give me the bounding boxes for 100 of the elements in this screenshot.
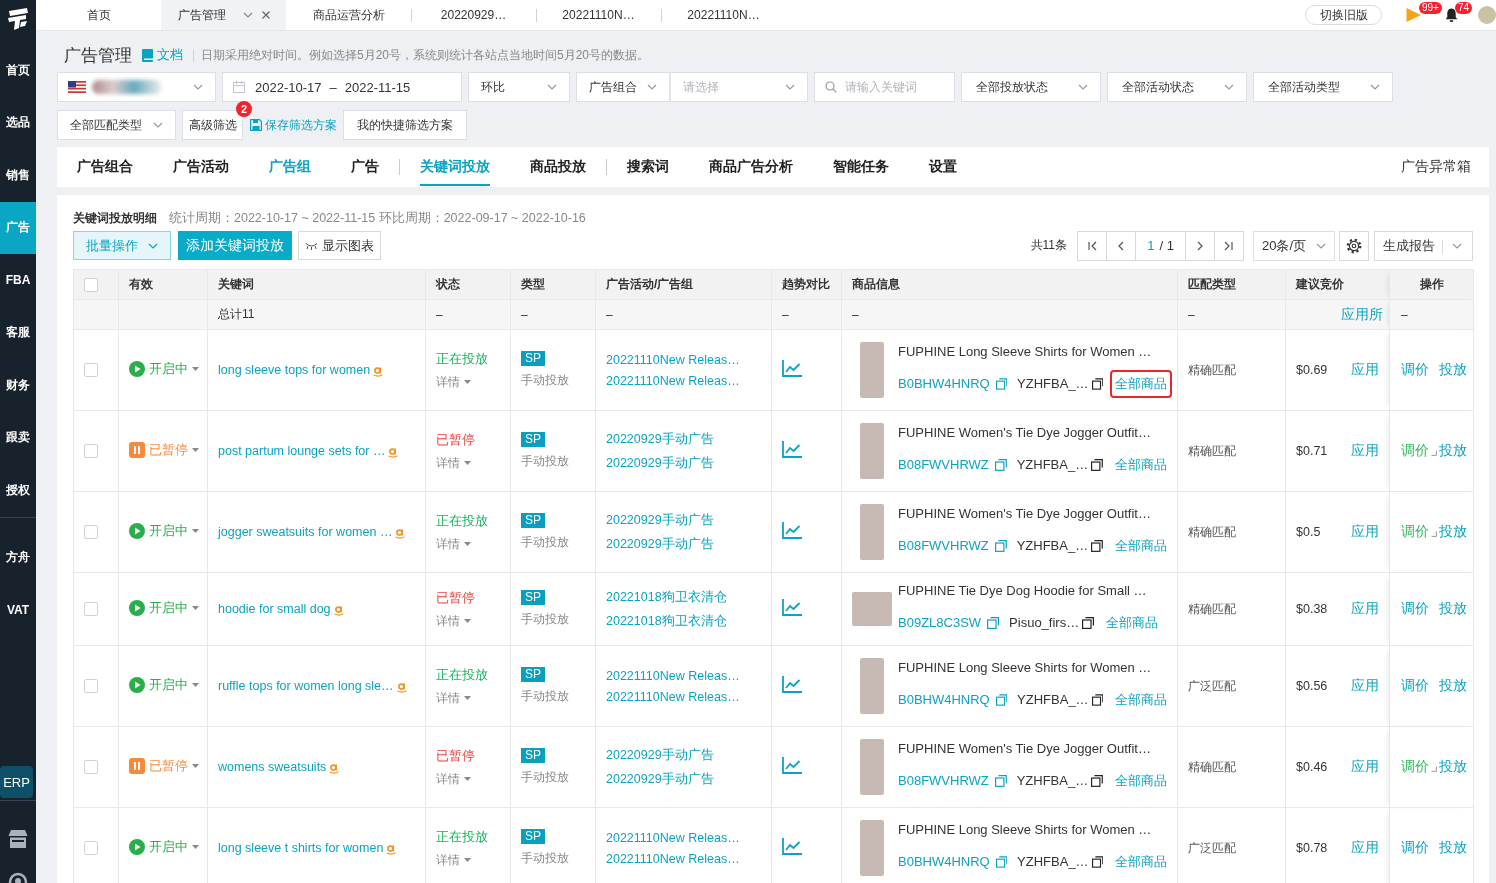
all-products-link[interactable]: 全部商品 [1110,767,1172,795]
campaign-link[interactable]: 20221018狗卫衣清仓 [606,588,727,606]
close-icon[interactable] [261,11,270,19]
tab[interactable]: 首页 [36,0,161,30]
doc-link[interactable]: 文档 [157,46,183,64]
copy-icon[interactable] [1091,694,1103,706]
checkbox[interactable] [84,363,98,377]
apply-link[interactable]: 应用 [1351,677,1379,695]
ad-group-link[interactable]: 20221110New Releas… [606,373,740,388]
ad-alert-link[interactable]: 广告异常箱 [1401,158,1471,176]
tab[interactable]: 20221110N… [661,0,786,30]
checkbox[interactable] [84,602,98,616]
sidebar-item[interactable]: 跟卖 [0,411,36,464]
copy-icon[interactable] [1091,856,1103,868]
filter-select[interactable]: 全部投放状态 [961,72,1101,102]
tab[interactable]: 智能任务 [813,147,909,187]
keyword-link[interactable]: post partum lounge sets for … [218,444,386,458]
adjust-price-link[interactable]: 调价 [1401,442,1429,460]
checkbox[interactable] [84,679,98,693]
sidebar-item[interactable]: 选品 [0,96,36,149]
match-type-select[interactable]: 全部匹配类型 [57,110,176,140]
apply-link[interactable]: 应用 [1351,600,1379,618]
bell-icon[interactable] [1444,7,1459,23]
sidebar-item[interactable]: 方舟 [0,531,36,584]
keyword-link[interactable]: ruffle tops for women long sle… [218,679,394,693]
status-dropdown[interactable]: 开启中 [129,360,199,378]
deploy-link[interactable]: 投放 [1439,523,1467,541]
save-icon[interactable] [250,119,262,131]
filter-select[interactable]: 全部活动类型 [1253,72,1393,102]
tab[interactable]: 20221110N… [536,0,661,30]
tab[interactable]: 搜索词 [607,147,689,187]
keyword-link[interactable]: womens sweatsuits [218,760,327,774]
copy-icon[interactable] [1082,617,1095,629]
portfolio-select[interactable]: 请选择 [670,72,808,102]
ad-group-link[interactable]: 20221110New Releas… [606,689,740,704]
sidebar-item[interactable]: 授权 [0,464,36,517]
ad-group-link[interactable]: 20220929手动广告 [606,770,714,788]
keyword-link[interactable]: hoodie for small dog [218,602,331,616]
marketplace-select[interactable] [57,72,216,102]
save-filter-link[interactable]: 保存筛选方案 [265,116,337,134]
all-products-link[interactable]: 全部商品 [1101,609,1164,637]
detail-dropdown[interactable]: 详情 [436,612,471,630]
ad-group-link[interactable]: 20220929手动广告 [606,535,714,553]
sidebar-item[interactable]: FBA [0,254,36,307]
store-icon[interactable] [8,829,28,849]
campaign-link[interactable]: 20220929手动广告 [606,746,714,764]
campaign-link[interactable]: 20220929手动广告 [606,430,714,448]
compare-select[interactable]: 环比 [468,72,570,102]
page-size-select[interactable]: 20条/页 [1253,230,1335,261]
deploy-link[interactable]: 投放 [1439,361,1467,379]
ad-group-link[interactable]: 20220929手动广告 [606,454,714,472]
apply-link[interactable]: 应用 [1351,523,1379,541]
deploy-link[interactable]: 投放 [1439,600,1467,618]
previous-page-button[interactable] [1106,230,1136,261]
campaign-link[interactable]: 20220929手动广告 [606,511,714,529]
tab[interactable]: 广告组合 [57,147,153,187]
adjust-price-link[interactable]: 调价 [1401,839,1429,857]
portfolio-type-select[interactable]: 广告组合 [576,72,670,102]
add-keyword-button[interactable]: 添加关键词投放 [178,231,292,260]
tab[interactable]: 20220929… [411,0,536,30]
adjust-price-link[interactable]: 调价 [1401,758,1429,776]
all-products-link[interactable]: 全部商品 [1110,848,1172,876]
line-chart-icon[interactable] [782,599,802,616]
sidebar-item[interactable]: VAT [0,584,36,637]
checkbox[interactable] [84,525,98,539]
apply-link[interactable]: 应用 [1351,361,1379,379]
next-page-button[interactable] [1185,230,1215,261]
generate-report-button[interactable]: 生成报告 [1374,230,1442,261]
adjust-price-link[interactable]: 调价 [1401,361,1429,379]
checkbox[interactable] [84,841,98,855]
flag-icon[interactable] [1406,7,1421,23]
checkbox[interactable] [84,444,98,458]
status-dropdown[interactable]: 开启中 [129,522,199,540]
checkbox[interactable] [84,277,98,292]
tab[interactable]: 广告管理 [161,0,286,30]
switch-version-button[interactable]: 切换旧版 [1305,5,1382,25]
apply-link[interactable]: 应用 [1351,758,1379,776]
copy-icon[interactable] [1091,378,1103,390]
tab[interactable]: 设置 [909,147,977,187]
campaign-link[interactable]: 20221110New Releas… [606,352,740,367]
date-range-field[interactable]: 2022-10-17 – 2022-11-15 [222,72,462,102]
line-chart-icon[interactable] [782,838,802,855]
checkbox[interactable] [84,760,98,774]
tab[interactable]: 商品广告分析 [689,147,813,187]
status-dropdown[interactable]: 已暂停 [129,757,199,775]
deploy-link[interactable]: 投放 [1439,839,1467,857]
status-dropdown[interactable]: 开启中 [129,599,199,617]
avatar-icon[interactable] [1478,6,1496,24]
detail-dropdown[interactable]: 详情 [436,454,471,472]
erp-button[interactable]: ERP [0,766,33,798]
settings-button[interactable] [1339,230,1369,261]
last-page-button[interactable] [1214,230,1244,261]
tab[interactable]: 广告 [331,147,399,187]
detail-dropdown[interactable]: 详情 [436,689,471,707]
adjust-price-link[interactable]: 调价 [1401,677,1429,695]
sidebar-item[interactable]: 首页 [0,44,36,97]
all-products-link[interactable]: 全部商品 [1110,451,1172,479]
ad-group-link[interactable]: 20221018狗卫衣清仓 [606,612,727,630]
asin-link[interactable]: B08FWVHRWZ [898,771,989,791]
detail-dropdown[interactable]: 详情 [436,373,471,391]
